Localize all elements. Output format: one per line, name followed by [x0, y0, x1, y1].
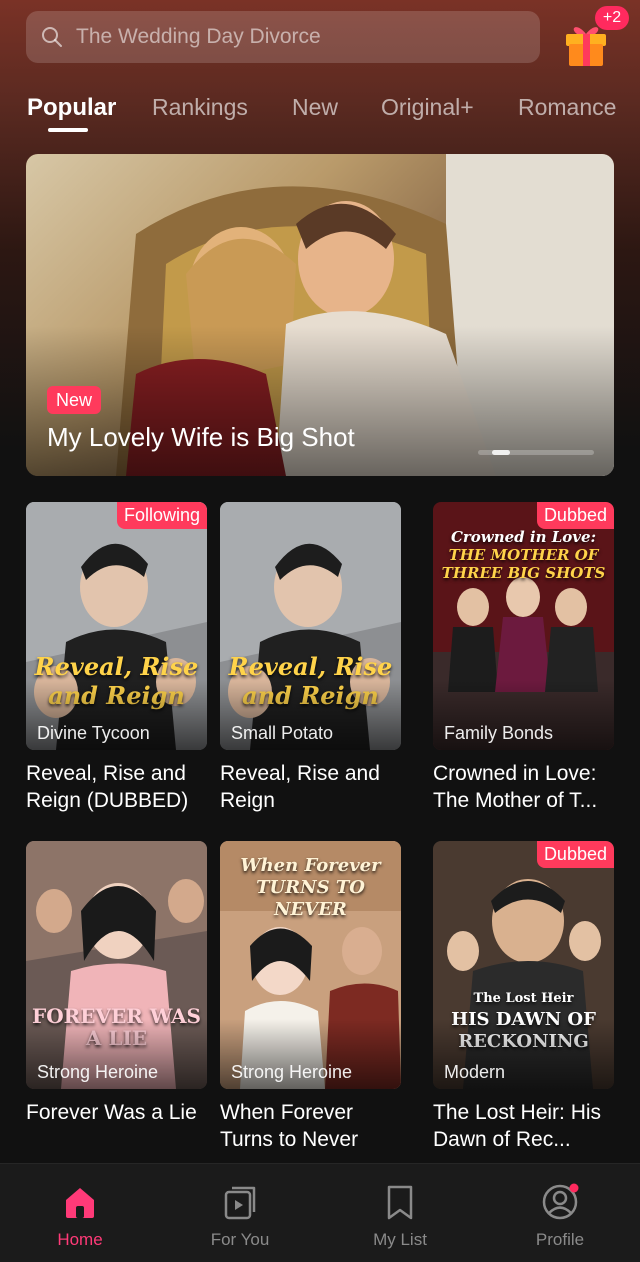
search-bar-row: +2 — [0, 0, 640, 80]
tab-new[interactable]: New — [292, 94, 338, 121]
tab-popular[interactable]: Popular — [27, 94, 116, 122]
genre-label: Family Bonds — [444, 723, 554, 743]
bookmark-icon — [387, 1185, 413, 1220]
drama-title: Reveal, Rise and Reign (DUBBED) — [26, 762, 189, 812]
drama-cover: Reveal, Rise and Reign Following Divine … — [26, 502, 207, 750]
genre-label: Strong Heroine — [231, 1062, 353, 1082]
tab-romance[interactable]: Romance — [518, 94, 616, 121]
carousel-indicator — [478, 450, 594, 456]
featured-banner[interactable]: New My Lovely Wife is Big Shot — [26, 154, 614, 476]
nav-label: For You — [210, 1230, 270, 1249]
nav-home[interactable]: Home — [0, 1164, 160, 1262]
drama-cover: Reveal, Rise and Reign Small Potato — [220, 502, 401, 750]
nav-profile[interactable]: Profile — [480, 1164, 640, 1262]
genre-label: Strong Heroine — [37, 1062, 159, 1082]
category-tabs: Popular Rankings New Original+ Romance — [0, 90, 640, 140]
gift-button[interactable]: +2 — [563, 6, 629, 66]
cover-title-art: THE MOTHER OF THREE BIG SHOTS — [441, 546, 606, 582]
drama-title: Reveal, Rise and Reign — [220, 762, 380, 812]
bottom-navigation: Home For You My List Profile — [0, 1163, 640, 1262]
tab-rankings[interactable]: Rankings — [152, 94, 248, 121]
play-cards-icon — [224, 1186, 256, 1220]
cover-subtitle-art: Crowned in Love: — [450, 528, 597, 546]
drama-cover: The Lost Heir HIS DAWN OF RECKONING Dubb… — [433, 841, 614, 1089]
tab-original-plus[interactable]: Original+ — [381, 94, 474, 121]
carousel-active-dot — [492, 450, 510, 455]
drama-cover: When Forever TURNS TO NEVER Strong Heroi… — [220, 841, 401, 1089]
nav-my-list[interactable]: My List — [320, 1164, 480, 1262]
nav-for-you[interactable]: For You — [160, 1164, 320, 1262]
drama-cover: FOREVER WAS A LIE Strong Heroine — [26, 841, 207, 1089]
active-tab-indicator — [48, 128, 88, 132]
drama-title: The Lost Heir: His Dawn of Rec... — [433, 1101, 602, 1151]
home-icon — [66, 1188, 94, 1218]
cover-title-art: When Forever TURNS TO NEVER — [240, 855, 381, 920]
profile-icon — [542, 1183, 579, 1220]
drama-title: When Forever Turns to Never — [220, 1101, 359, 1151]
search-input[interactable] — [76, 25, 496, 49]
search-icon — [42, 27, 62, 47]
drama-title: Forever Was a Lie — [26, 1101, 197, 1124]
dubbed-badge: Dubbed — [536, 841, 614, 868]
gift-count-badge: +2 — [595, 6, 629, 30]
notification-dot — [569, 1183, 579, 1193]
drama-cover: Crowned in Love: THE MOTHER OF THREE BIG… — [433, 502, 614, 750]
dubbed-badge: Dubbed — [536, 502, 614, 529]
nav-label: Home — [57, 1230, 103, 1249]
nav-label: Profile — [535, 1230, 585, 1249]
following-badge: Following — [116, 502, 207, 529]
drama-title: Crowned in Love: The Mother of T... — [433, 762, 598, 812]
banner-new-tag: New — [47, 386, 102, 414]
genre-label: Modern — [444, 1062, 506, 1082]
banner-title: My Lovely Wife is Big Shot — [47, 422, 355, 452]
genre-label: Small Potato — [231, 723, 334, 743]
search-box[interactable] — [26, 11, 540, 63]
nav-label: My List — [373, 1230, 427, 1249]
cover-subtitle-art: The Lost Heir — [473, 991, 574, 1006]
genre-label: Divine Tycoon — [37, 723, 150, 743]
